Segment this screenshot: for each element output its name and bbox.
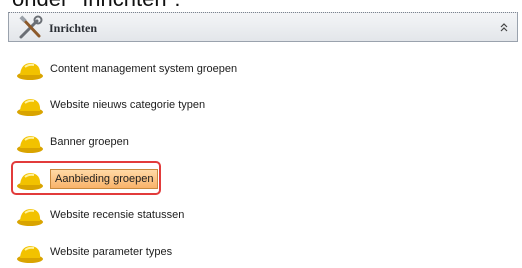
list-item-label: Content management system groepen xyxy=(50,63,238,75)
chevron-up-double-icon[interactable] xyxy=(499,22,509,34)
hard-hat-icon xyxy=(17,99,43,116)
caption-text: onder "Inrichten": xyxy=(12,0,181,10)
list-item-banner-groepen[interactable]: Banner groepen xyxy=(8,128,428,158)
hard-hat-icon xyxy=(17,246,43,263)
panel-header-inrichten[interactable]: Inrichten xyxy=(8,12,518,42)
hard-hat-icon xyxy=(17,63,43,80)
hard-hat-icon xyxy=(17,173,43,190)
list-item-label: Website nieuws categorie typen xyxy=(50,99,206,111)
list-item-label: Website parameter types xyxy=(50,246,173,258)
hard-hat-icon xyxy=(17,209,43,226)
list-item-label: Banner groepen xyxy=(50,136,129,148)
list-item-label: Website recensie statussen xyxy=(50,209,185,221)
panel-title: Inrichten xyxy=(49,21,97,35)
list-item-website-recensie-statussen[interactable]: Website recensie statussen xyxy=(8,201,428,231)
list-item-label: Aanbieding groepen xyxy=(50,169,159,189)
tools-icon xyxy=(19,15,43,39)
list-item-content-management-system-groepen[interactable]: Content management system groepen xyxy=(8,55,428,85)
list-item-aanbieding-groepen[interactable]: Aanbieding groepen xyxy=(8,161,428,195)
hard-hat-icon xyxy=(17,136,43,153)
list-item-website-nieuws-categorie-typen[interactable]: Website nieuws categorie typen xyxy=(8,91,428,121)
list-item-website-parameter-types[interactable]: Website parameter types xyxy=(8,238,428,268)
